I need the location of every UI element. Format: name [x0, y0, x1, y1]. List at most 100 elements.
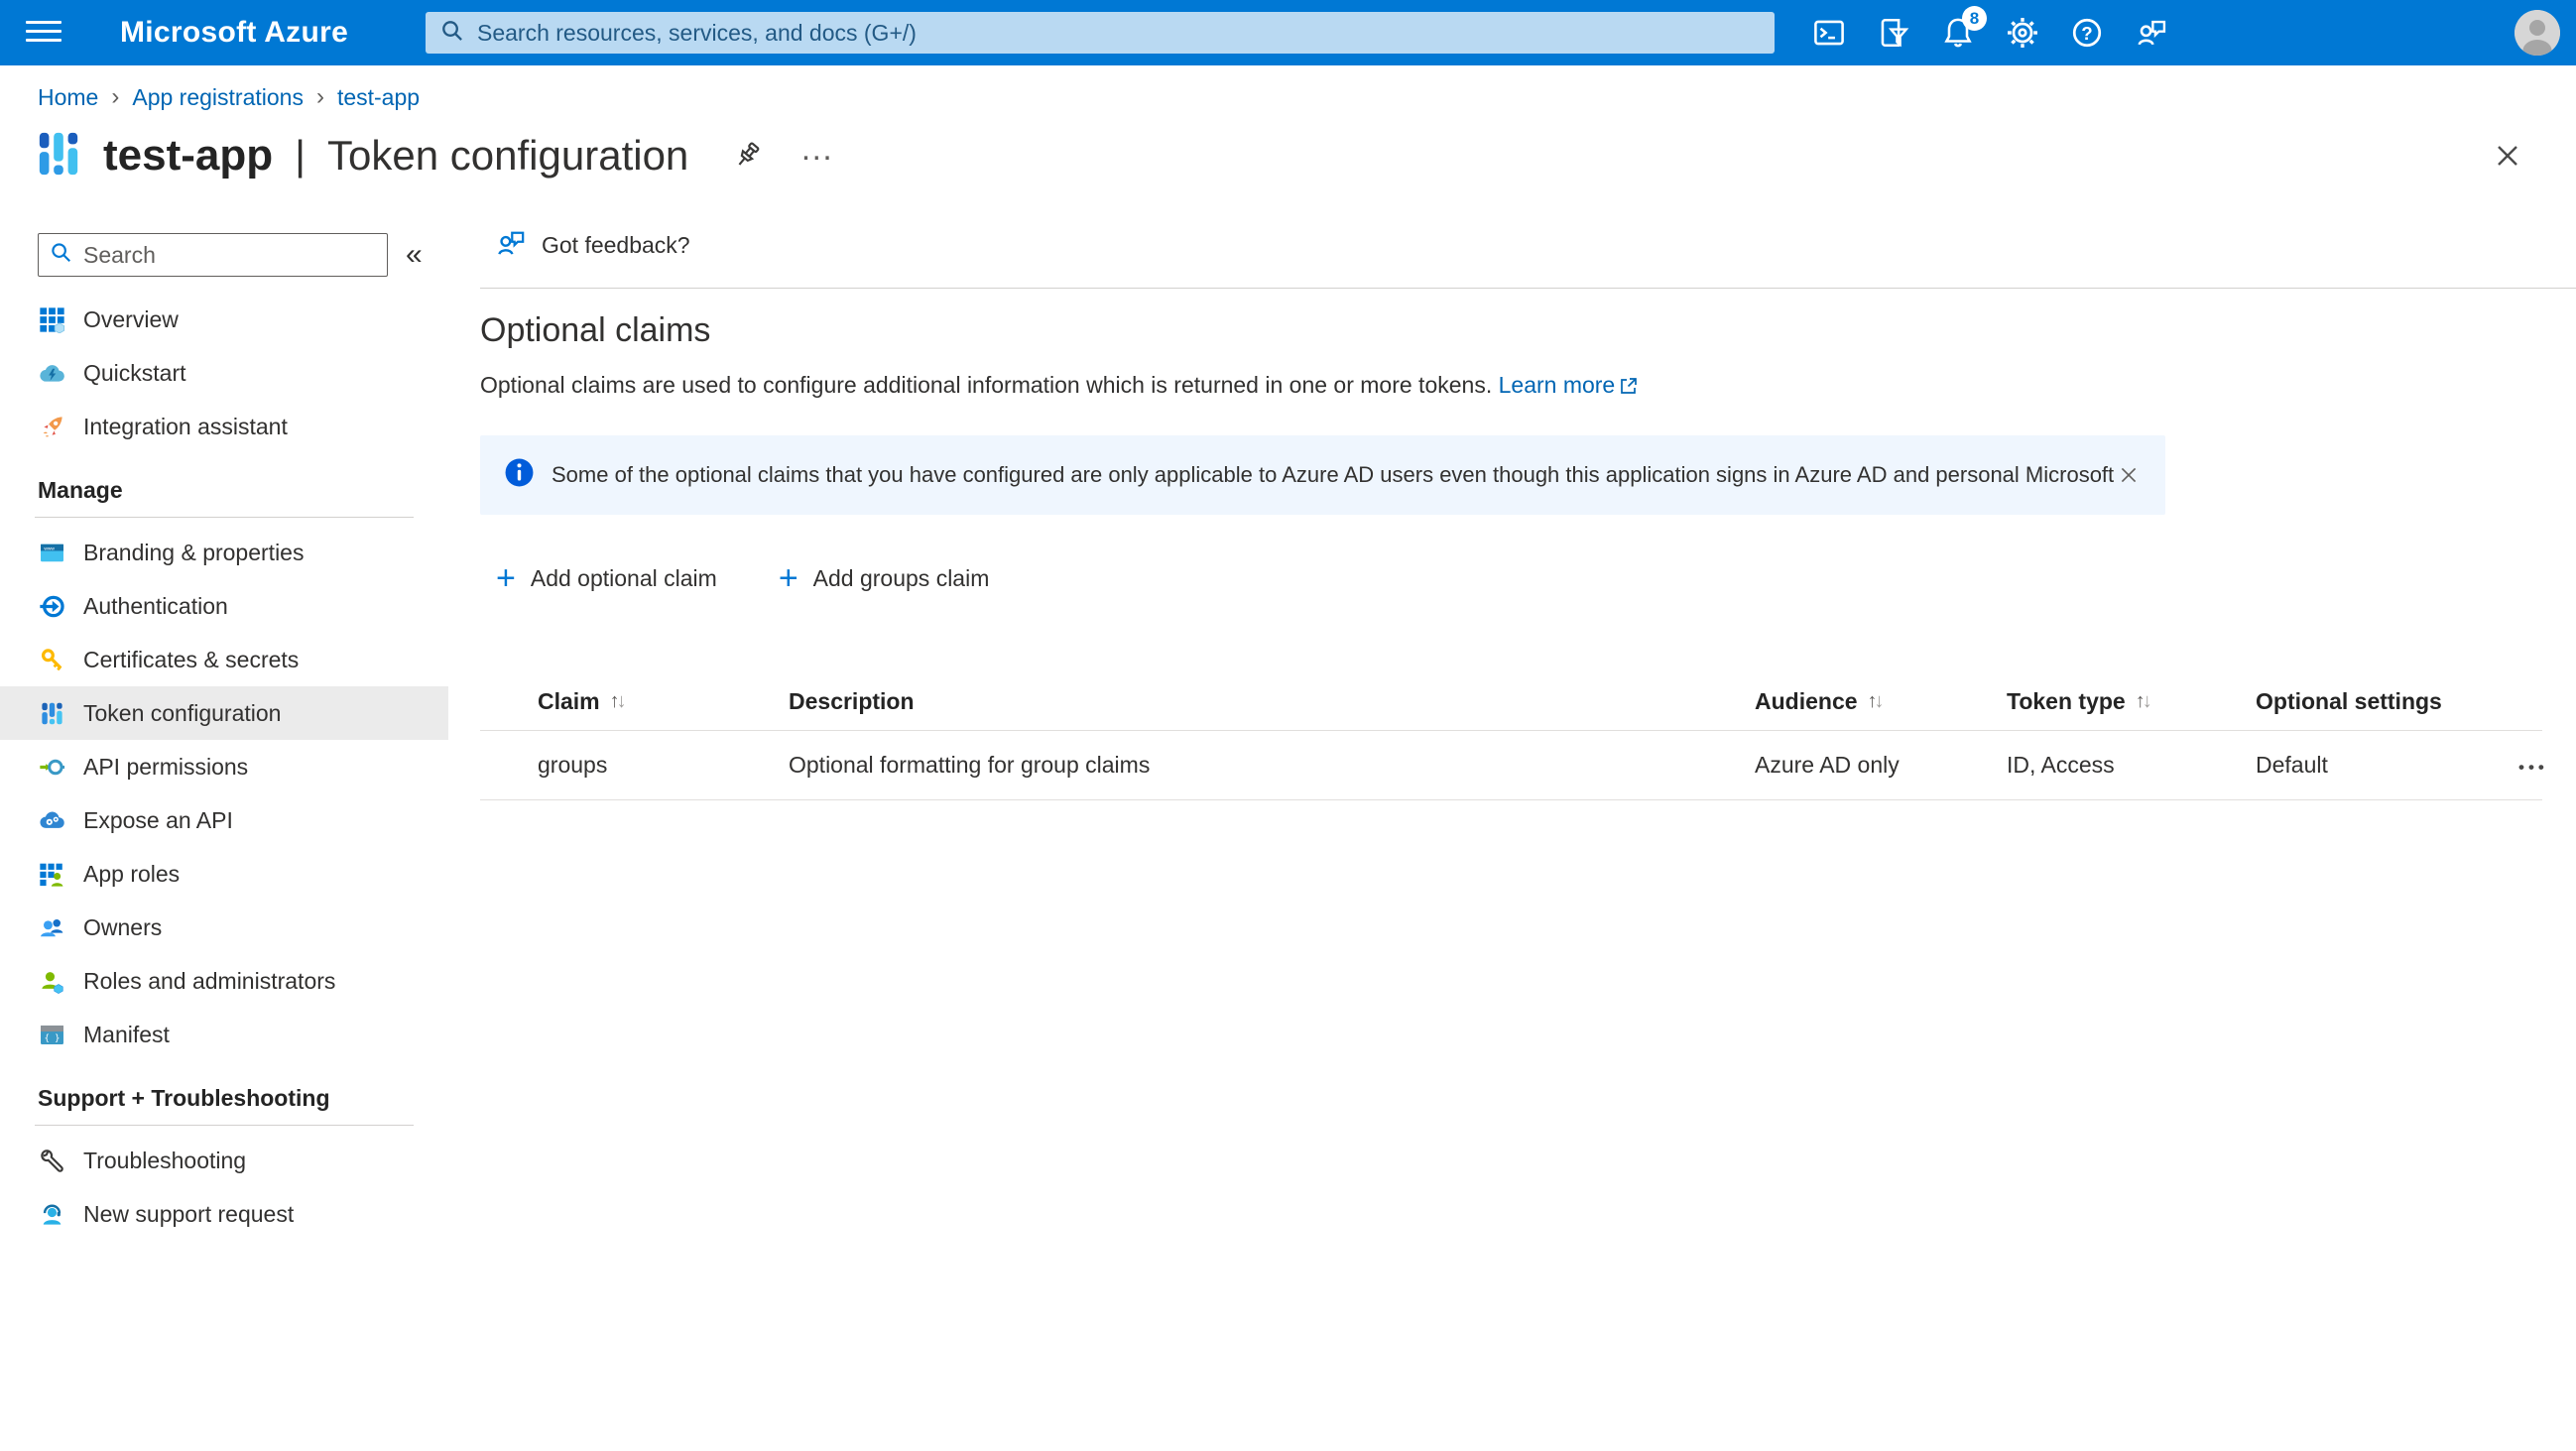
column-header-description: Description — [789, 688, 915, 714]
row-actions-icon[interactable]: ••• — [2518, 758, 2548, 778]
expose-api-icon — [38, 806, 66, 835]
brand-title[interactable]: Microsoft Azure — [120, 0, 348, 65]
directories-filter-icon[interactable] — [1876, 15, 1911, 51]
sidebar-item-manifest[interactable]: { } Manifest — [0, 1008, 448, 1061]
notifications-bell-icon[interactable]: 8 — [1940, 6, 1987, 51]
breadcrumb-test-app[interactable]: test-app — [337, 84, 420, 111]
breadcrumb-home[interactable]: Home — [38, 84, 98, 111]
authentication-icon — [38, 592, 66, 621]
sidebar-item-quickstart[interactable]: Quickstart — [0, 346, 448, 400]
support-request-icon — [38, 1200, 66, 1229]
sidebar-item-api-permissions[interactable]: API permissions — [0, 740, 448, 793]
cloud-shell-icon[interactable] — [1811, 15, 1847, 51]
claims-table: Claim ↑↓ Description Audience ↑↓ Token t… — [480, 673, 2544, 800]
column-header-optional-settings: Optional settings — [2256, 688, 2442, 714]
settings-gear-icon[interactable] — [2005, 15, 2040, 51]
page-title-section: Token configuration — [327, 132, 689, 179]
sidebar-item-label: Troubleshooting — [83, 1147, 247, 1173]
app-registration-icon — [36, 128, 81, 184]
info-banner-text: Some of the optional claims that you hav… — [552, 462, 2118, 487]
plus-icon: + — [496, 559, 516, 597]
sidebar-item-label: Certificates & secrets — [83, 646, 300, 672]
global-search-input[interactable] — [477, 19, 1761, 47]
got-feedback-label: Got feedback? — [542, 232, 690, 258]
collapse-sidebar-icon[interactable]: « — [406, 238, 423, 272]
description-text: Optional claims are used to configure ad… — [480, 372, 1493, 398]
search-icon — [439, 18, 465, 49]
breadcrumb: Home › App registrations › test-app — [38, 83, 420, 111]
column-header-claim[interactable]: Claim ↑↓ — [538, 688, 789, 715]
feedback-icon — [495, 227, 527, 265]
sidebar-item-branding[interactable]: www Branding & properties — [0, 526, 448, 579]
svg-text:{ }: { } — [45, 1033, 61, 1043]
banner-close-icon[interactable] — [2118, 464, 2140, 486]
help-icon[interactable]: ? — [2069, 15, 2105, 51]
sidebar-section-manage: Manage — [38, 477, 123, 503]
avatar[interactable] — [2515, 10, 2560, 56]
hamburger-menu-icon[interactable] — [26, 21, 61, 45]
sidebar-item-label: Overview — [83, 305, 179, 332]
sidebar-item-authentication[interactable]: Authentication — [0, 579, 448, 633]
sidebar-item-label: App roles — [83, 860, 181, 887]
chevron-right-icon: › — [111, 83, 120, 110]
overview-icon — [38, 305, 66, 334]
column-header-token-type[interactable]: Token type ↑↓ — [2007, 688, 2256, 715]
top-bar: Microsoft Azure 8 — [0, 0, 2576, 65]
sort-arrows-icon: ↑↓ — [2135, 690, 2152, 712]
cell-description: Optional formatting for group claims — [789, 752, 1151, 778]
sidebar-item-expose-api[interactable]: Expose an API — [0, 793, 448, 847]
add-groups-claim-button[interactable]: + Add groups claim — [763, 561, 990, 595]
section-description: Optional claims are used to configure ad… — [480, 370, 2576, 403]
global-search-box[interactable] — [426, 12, 1775, 54]
page-title-app: test-app — [103, 131, 274, 180]
sidebar-item-label: Roles and administrators — [83, 967, 336, 994]
section-title: Optional claims — [480, 311, 711, 349]
sidebar-item-label: Quickstart — [83, 359, 186, 386]
sidebar-item-roles-admins[interactable]: Roles and administrators — [0, 954, 448, 1008]
sidebar-search-box[interactable] — [38, 233, 388, 277]
more-actions-icon[interactable]: … — [799, 130, 833, 182]
page-title-separator: | — [295, 132, 307, 179]
sidebar-item-label: Manifest — [83, 1021, 170, 1047]
sidebar-item-integration-assistant[interactable]: Integration assistant — [0, 400, 448, 453]
info-banner: Some of the optional claims that you hav… — [480, 435, 2165, 515]
close-blade-icon[interactable] — [2493, 141, 2522, 176]
sidebar-menu: « Overview Quickstart Integration assist… — [0, 203, 448, 1241]
table-row[interactable]: groups Optional formatting for group cla… — [480, 731, 2544, 800]
breadcrumb-app-registrations[interactable]: App registrations — [132, 84, 304, 111]
add-optional-claim-label: Add optional claim — [530, 564, 717, 591]
divider — [35, 1125, 414, 1126]
cell-token-type: ID, Access — [2007, 752, 2115, 778]
sidebar-item-certificates[interactable]: Certificates & secrets — [0, 633, 448, 686]
sidebar-item-token-configuration[interactable]: Token configuration — [0, 686, 448, 740]
feedback-icon[interactable] — [2134, 15, 2169, 51]
sidebar-item-label: Authentication — [83, 592, 228, 619]
quickstart-icon — [38, 359, 66, 388]
sidebar-section-support: Support + Troubleshooting — [38, 1085, 330, 1111]
sidebar-item-label: New support request — [83, 1200, 295, 1227]
sidebar-item-app-roles[interactable]: App roles — [0, 847, 448, 901]
search-icon — [49, 240, 73, 270]
sort-arrows-icon: ↑↓ — [609, 690, 627, 712]
sidebar-item-troubleshooting[interactable]: Troubleshooting — [0, 1134, 448, 1187]
notification-count-badge: 8 — [1962, 6, 1987, 31]
troubleshooting-wrench-icon — [38, 1147, 66, 1175]
sidebar-item-label: Branding & properties — [83, 539, 305, 565]
claims-table-header: Claim ↑↓ Description Audience ↑↓ Token t… — [480, 673, 2542, 731]
learn-more-link[interactable]: Learn more — [1499, 372, 1616, 398]
pin-icon[interactable] — [732, 140, 764, 172]
command-bar: Got feedback? — [480, 203, 2576, 289]
got-feedback-button[interactable]: Got feedback? — [480, 227, 690, 265]
add-optional-claim-button[interactable]: + Add optional claim — [480, 559, 717, 597]
sidebar-item-new-support-request[interactable]: New support request — [0, 1187, 448, 1241]
certificates-icon — [38, 646, 66, 674]
external-link-icon — [1619, 373, 1639, 403]
sidebar-item-owners[interactable]: Owners — [0, 901, 448, 954]
sidebar-search-input[interactable] — [83, 241, 377, 269]
integration-assistant-icon — [38, 413, 66, 441]
column-header-audience[interactable]: Audience ↑↓ — [1755, 688, 2007, 715]
sidebar-item-overview[interactable]: Overview — [0, 293, 448, 346]
api-permissions-icon — [38, 753, 66, 782]
token-configuration-icon — [38, 699, 66, 728]
divider — [35, 517, 414, 518]
